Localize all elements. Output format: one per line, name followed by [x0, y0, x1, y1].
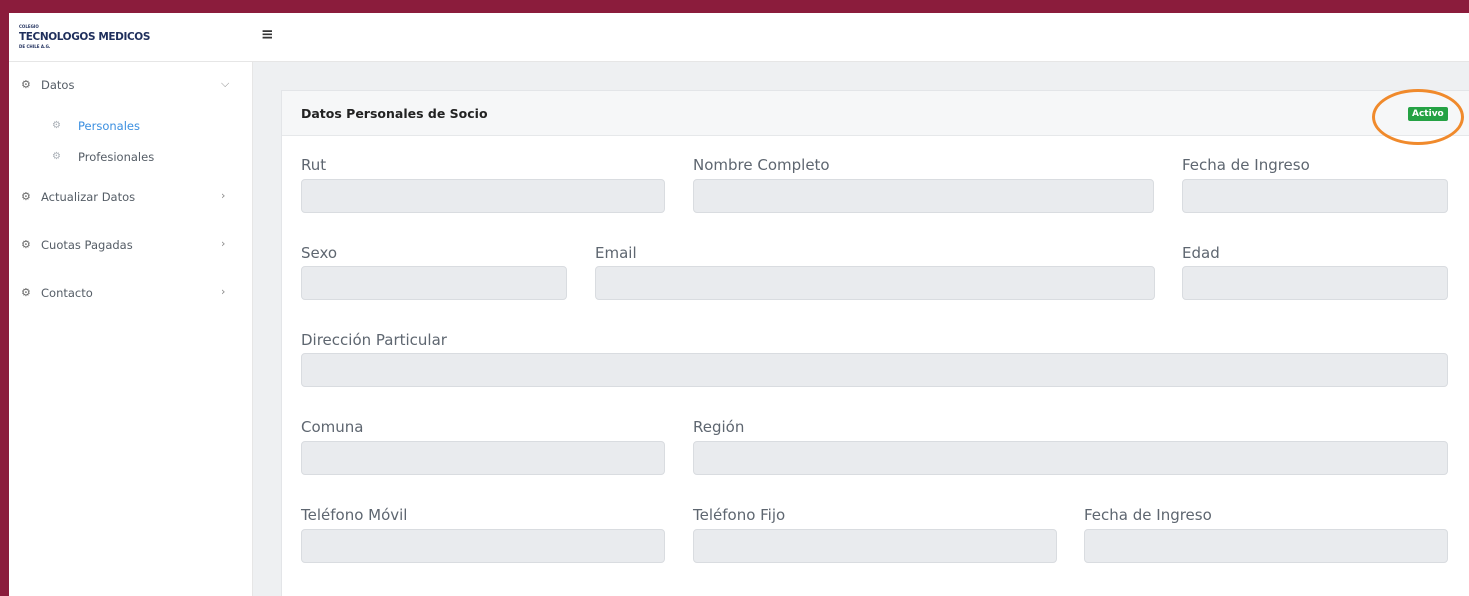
nombre-completo-field[interactable]	[693, 179, 1154, 213]
brand-logo[interactable]: COLEGIO TECNOLOGOS MEDICOS DE CHILE A.G.	[19, 24, 219, 54]
app-window: COLEGIO TECNOLOGOS MEDICOS DE CHILE A.G.…	[9, 13, 1469, 596]
personal-data-card: Datos Personales de Socio Activo Rut Nom…	[281, 89, 1469, 596]
direccion-label: Dirección Particular	[301, 331, 447, 349]
direccion-field[interactable]	[301, 353, 1448, 387]
gears-icon: ⚙	[21, 190, 31, 203]
region-label: Región	[693, 418, 745, 436]
sexo-field[interactable]	[301, 266, 567, 300]
card-title: Datos Personales de Socio	[301, 106, 488, 121]
sidebar-item-datos[interactable]: ⚙ Datos ⌵	[9, 75, 252, 97]
sidebar-item-actualizar-datos[interactable]: ⚙ Actualizar Datos ›	[9, 187, 252, 209]
comuna-field[interactable]	[301, 441, 665, 475]
region-field[interactable]	[693, 441, 1448, 475]
top-bar: COLEGIO TECNOLOGOS MEDICOS DE CHILE A.G.…	[9, 13, 1469, 62]
chevron-right-icon: ›	[221, 285, 226, 298]
sidebar-item-cuotas-pagadas[interactable]: ⚙ Cuotas Pagadas ›	[9, 235, 252, 257]
brand-line-1: COLEGIO	[19, 24, 39, 29]
sidebar: ⚙ Datos ⌵ ⚙ Personales ⚙ Profesionales ⚙…	[9, 62, 253, 596]
telefono-movil-label: Teléfono Móvil	[301, 506, 408, 524]
telefono-fijo-field[interactable]	[693, 529, 1057, 563]
telefono-movil-field[interactable]	[301, 529, 665, 563]
sidebar-item-contacto[interactable]: ⚙ Contacto ›	[9, 283, 252, 305]
gears-icon: ⚙	[21, 238, 31, 251]
menu-toggle-icon[interactable]: ≡	[261, 26, 277, 42]
sidebar-item-label: Actualizar Datos	[41, 190, 136, 204]
email-label: Email	[595, 244, 637, 262]
edad-label: Edad	[1182, 244, 1220, 262]
nombre-completo-label: Nombre Completo	[693, 156, 830, 174]
edad-field[interactable]	[1182, 266, 1448, 300]
chevron-right-icon: ›	[221, 189, 226, 202]
card-header: Datos Personales de Socio Activo	[282, 89, 1469, 145]
gears-icon: ⚙	[52, 120, 61, 131]
chevron-down-icon: ⌵	[221, 77, 230, 90]
fecha-ingreso-field-2[interactable]	[1084, 529, 1448, 563]
sidebar-item-label: Contacto	[41, 286, 93, 300]
sidebar-item-label: Datos	[41, 78, 75, 92]
sidebar-subitem-personales[interactable]: ⚙ Personales	[9, 116, 252, 138]
brand-name: TECNOLOGOS MEDICOS	[19, 31, 150, 43]
sidebar-item-label: Cuotas Pagadas	[41, 238, 133, 252]
sidebar-subitem-profesionales[interactable]: ⚙ Profesionales	[9, 147, 252, 169]
email-field[interactable]	[595, 266, 1155, 300]
brand-line-3: DE CHILE A.G.	[19, 44, 51, 49]
gears-icon: ⚙	[21, 78, 31, 91]
fecha-ingreso-label-2: Fecha de Ingreso	[1084, 506, 1212, 524]
fecha-ingreso-label: Fecha de Ingreso	[1182, 156, 1310, 174]
rut-label: Rut	[301, 156, 327, 174]
sidebar-subitem-label: Profesionales	[78, 150, 155, 164]
rut-field[interactable]	[301, 179, 665, 213]
sidebar-subitem-label: Personales	[78, 119, 140, 133]
fecha-ingreso-field[interactable]	[1182, 179, 1448, 213]
highlight-circle	[1372, 89, 1464, 145]
gears-icon: ⚙	[52, 151, 61, 162]
chevron-right-icon: ›	[221, 237, 226, 250]
comuna-label: Comuna	[301, 418, 364, 436]
main-content: Datos Personales de Socio Activo Rut Nom…	[253, 62, 1469, 596]
sexo-label: Sexo	[301, 244, 338, 262]
gears-icon: ⚙	[21, 286, 31, 299]
telefono-fijo-label: Teléfono Fijo	[693, 506, 786, 524]
